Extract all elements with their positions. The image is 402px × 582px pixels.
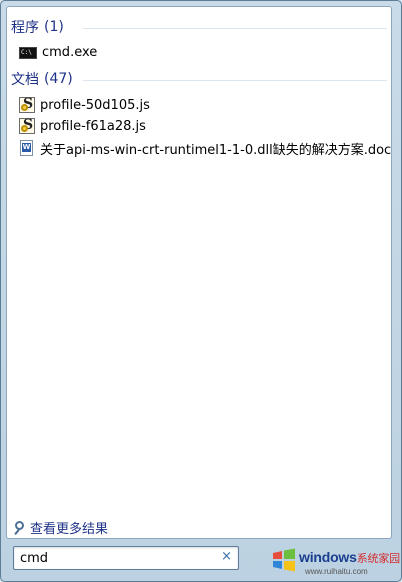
search-results-panel: 程序 (1) C:\ cmd.exe 文档 (47) S profile-50d… (6, 6, 392, 539)
cmd-icon: C:\ (19, 47, 37, 59)
result-item-doc[interactable]: W 关于api-ms-win-crt-runtimel1-1-0.dll缺失的解… (19, 137, 391, 159)
close-icon[interactable]: × (221, 549, 232, 564)
windows-logo-icon (273, 548, 295, 572)
start-menu-search-window: 程序 (1) C:\ cmd.exe 文档 (47) S profile-50d… (0, 0, 402, 582)
group-count: (1) (44, 19, 64, 35)
group-count: (47) (44, 71, 73, 87)
watermark-url: www.ruihaitu.com (305, 567, 368, 576)
result-item-cmd[interactable]: C:\ cmd.exe (19, 41, 381, 63)
group-divider (83, 80, 387, 81)
search-box[interactable]: × (13, 546, 239, 570)
group-divider (83, 28, 387, 29)
watermark-title: windows系统家园 (299, 549, 400, 565)
group-header-documents[interactable]: 文档 (47) (11, 69, 73, 89)
js-script-icon: S (19, 96, 35, 113)
see-more-label: 查看更多结果 (30, 521, 109, 537)
group-header-programs[interactable]: 程序 (1) (11, 17, 64, 37)
word-doc-icon: W (20, 140, 33, 156)
group-title: 程序 (11, 20, 39, 36)
see-more-results-link[interactable]: 查看更多结果 (15, 517, 108, 537)
search-input[interactable] (14, 550, 210, 566)
result-item-js-2[interactable]: S profile-f61a28.js (19, 115, 381, 137)
result-item-js-1[interactable]: S profile-50d105.js (19, 94, 381, 116)
result-label: profile-50d105.js (40, 97, 150, 113)
js-script-icon: S (19, 117, 35, 134)
result-label: cmd.exe (42, 44, 98, 60)
result-label: 关于api-ms-win-crt-runtimel1-1-0.dll缺失的解决方… (40, 142, 392, 158)
group-title: 文档 (11, 72, 39, 88)
search-icon (15, 520, 24, 530)
watermark: windows系统家园 www.ruihaitu.com (263, 543, 401, 581)
result-label: profile-f61a28.js (40, 118, 146, 134)
